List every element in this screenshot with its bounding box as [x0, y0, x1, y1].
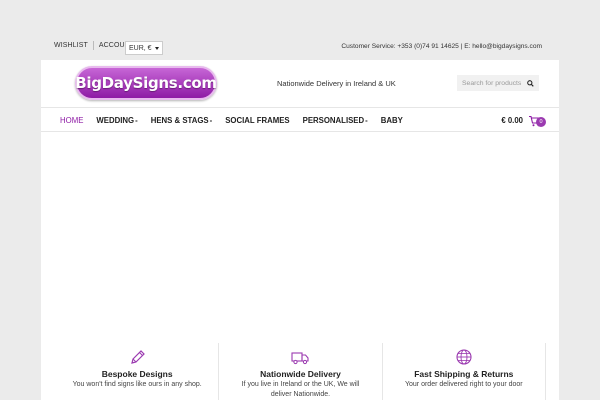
dropdown-indicator: - — [135, 116, 138, 125]
main-nav: HOME WEDDING- HENS & STAGS- SOCIAL FRAME… — [41, 107, 559, 132]
truck-icon — [291, 352, 310, 365]
caret-down-icon — [154, 46, 159, 50]
dropdown-indicator: - — [365, 116, 368, 125]
feature-title: Bespoke Designs — [101, 369, 173, 379]
feature-text: Your order delivered right to your door — [404, 381, 523, 388]
currency-select[interactable]: EUR, € — [125, 41, 163, 55]
cart-button[interactable]: € 0.00 0 — [501, 114, 546, 127]
nav-item-home[interactable]: HOME — [60, 116, 83, 125]
logo-text: BigDaySigns.com — [75, 74, 217, 92]
nav-label: BABY — [380, 116, 403, 125]
hero-banner — [41, 133, 559, 341]
nav-label: PERSONALISED — [302, 116, 365, 125]
pencil-icon — [131, 350, 146, 364]
nav-item-wedding[interactable]: WEDDING- — [96, 116, 137, 125]
main-container: BigDaySigns.com Nationwide Delivery in I… — [41, 60, 559, 400]
nav-item-personalised[interactable]: PERSONALISED- — [303, 116, 368, 125]
currency-value: EUR, € — [129, 44, 152, 52]
cart-amount: € 0.00 — [501, 115, 523, 125]
feature-text: If you live in Ireland or the UK, We wil… — [241, 381, 360, 398]
site-logo[interactable]: BigDaySigns.com — [75, 66, 217, 100]
nav-item-hens-stags[interactable]: HENS & STAGS- — [151, 116, 213, 125]
nav-item-baby[interactable]: BABY — [381, 116, 403, 125]
globe-icon — [456, 349, 472, 365]
cart-icon: 0 — [528, 114, 546, 127]
feature-nationwide-delivery: Nationwide Delivery If you live in Irela… — [218, 343, 381, 400]
cart-count-badge: 0 — [536, 117, 546, 127]
top-bar: WISHLIST ACCOUNT EUR, € Customer Service… — [0, 0, 600, 60]
feature-title: Fast Shipping & Returns — [414, 369, 514, 379]
customer-service-text: Customer Service: +353 (0)74 91 14625 | … — [341, 43, 542, 50]
feature-fast-shipping: Fast Shipping & Returns Your order deliv… — [381, 343, 546, 400]
nav-label: HOME — [60, 116, 84, 125]
feature-bespoke-designs: Bespoke Designs You won't find signs lik… — [56, 343, 218, 400]
nav-item-social-frames[interactable]: SOCIAL FRAMES — [225, 116, 289, 125]
divider — [92, 41, 94, 50]
nav-items: HOME WEDDING- HENS & STAGS- SOCIAL FRAME… — [60, 116, 416, 125]
nav-label: HENS & STAGS — [150, 116, 209, 125]
nav-label: WEDDING — [96, 116, 135, 125]
search-icon[interactable] — [527, 79, 534, 87]
feature-text: You won't find signs like ours in any sh… — [72, 381, 202, 388]
dropdown-indicator: - — [209, 116, 213, 125]
search-input[interactable]: Search for products — [462, 80, 521, 87]
features-row: Bespoke Designs You won't find signs lik… — [56, 343, 546, 400]
top-links: WISHLIST ACCOUNT — [54, 41, 134, 50]
feature-title: Nationwide Delivery — [260, 369, 341, 379]
delivery-tagline: Nationwide Delivery in Ireland & UK — [277, 79, 396, 88]
nav-label: SOCIAL FRAMES — [225, 116, 290, 125]
search-box[interactable]: Search for products — [457, 75, 539, 91]
wishlist-link[interactable]: WISHLIST — [54, 42, 88, 49]
